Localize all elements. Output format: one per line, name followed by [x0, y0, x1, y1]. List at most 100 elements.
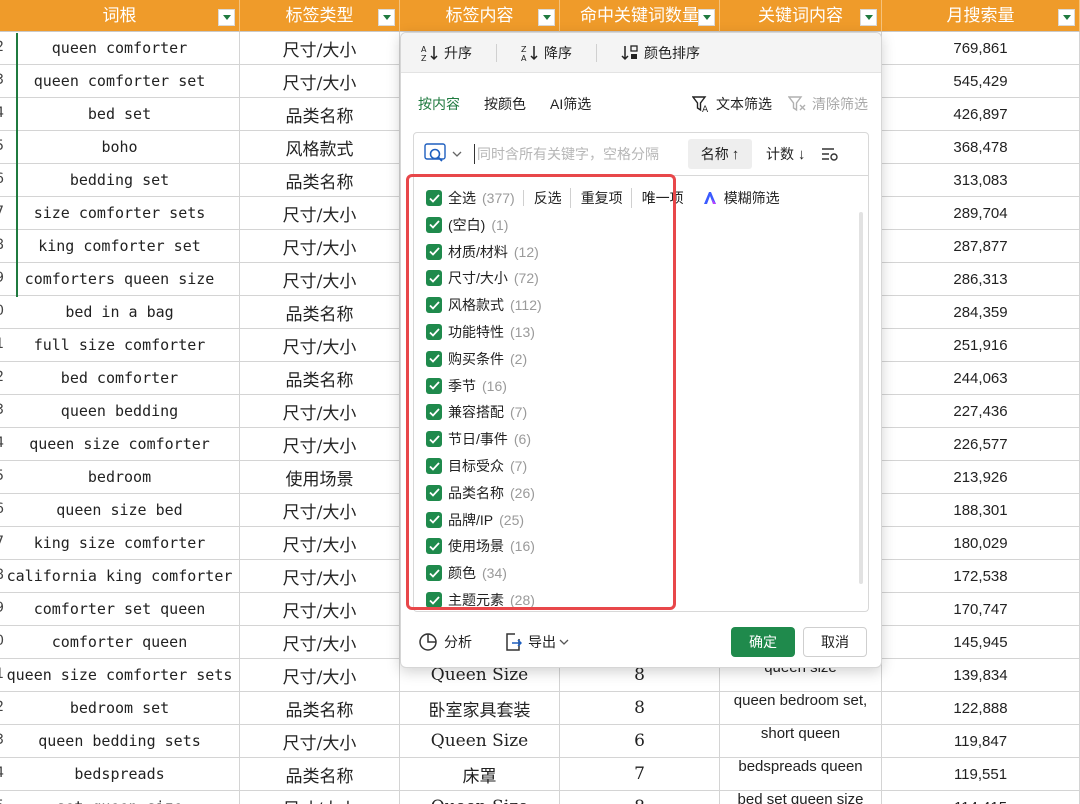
checkbox-select-all[interactable] — [426, 190, 442, 206]
cell-count[interactable]: 8 — [560, 692, 720, 725]
search-mode-dropdown[interactable] — [424, 143, 468, 165]
cell-volume[interactable]: 170,747 — [882, 593, 1080, 626]
cell-root[interactable]: comforters queen size — [0, 263, 240, 296]
row-number[interactable]: 22 — [0, 699, 4, 715]
row-number[interactable]: 10 — [0, 303, 4, 319]
cell-root[interactable]: queen size comforter — [0, 428, 240, 461]
checkbox[interactable] — [426, 270, 442, 287]
cell-root[interactable]: queen comforter — [0, 32, 240, 65]
cancel-button[interactable]: 取消 — [803, 627, 867, 657]
checkbox[interactable] — [426, 458, 442, 474]
cell-root[interactable]: set queen size — [0, 791, 240, 804]
cell-volume[interactable]: 119,551 — [882, 758, 1080, 791]
row-number[interactable]: 2 — [0, 39, 4, 55]
cell-root[interactable]: bed comforter — [0, 362, 240, 395]
cell-type[interactable]: 尺寸/大小 — [240, 197, 400, 230]
cell-volume[interactable]: 227,436 — [882, 395, 1080, 428]
cell-volume[interactable]: 244,063 — [882, 362, 1080, 395]
sort-by-color-button[interactable]: 颜色排序 — [621, 43, 700, 63]
cell-content[interactable]: 床罩 — [400, 758, 560, 791]
row-number[interactable]: 21 — [0, 666, 4, 682]
list-item[interactable]: 目标受众 (7) — [426, 455, 527, 477]
column-header-3[interactable]: 标签内容 — [400, 0, 560, 32]
cell-kw[interactable]: bed set queen size — [720, 791, 882, 804]
clear-filter-button[interactable]: 清除筛选 — [788, 94, 868, 114]
duplicates-button[interactable]: 重复项 — [581, 188, 632, 208]
fuzzy-filter-button[interactable]: 模糊筛选 — [702, 188, 780, 208]
cell-volume[interactable]: 114,415 — [882, 791, 1080, 804]
row-number[interactable]: 15 — [0, 468, 4, 484]
cell-root[interactable]: bedspreads — [0, 758, 240, 791]
cell-kw[interactable]: queen bedroom set, — [720, 692, 882, 725]
list-item[interactable]: 品牌/IP (25) — [426, 509, 524, 531]
row-number[interactable]: 12 — [0, 369, 4, 385]
cell-volume[interactable]: 545,429 — [882, 65, 1080, 98]
list-item[interactable]: 颜色 (34) — [426, 562, 507, 584]
row-number[interactable]: 24 — [0, 765, 4, 781]
cell-volume[interactable]: 172,538 — [882, 560, 1080, 593]
cell-root[interactable]: boho — [0, 131, 240, 164]
cell-volume[interactable]: 313,083 — [882, 164, 1080, 197]
cell-volume[interactable]: 368,478 — [882, 131, 1080, 164]
row-number[interactable]: 5 — [0, 138, 4, 154]
checkbox[interactable] — [426, 377, 442, 394]
column-header-5[interactable]: 关键词内容 — [720, 0, 882, 32]
cell-type[interactable]: 品类名称 — [240, 758, 400, 791]
checkbox[interactable] — [426, 324, 442, 340]
cell-root[interactable]: bed set — [0, 98, 240, 131]
cell-root[interactable]: queen bedding sets — [0, 725, 240, 758]
cell-type[interactable]: 品类名称 — [240, 164, 400, 197]
list-item[interactable]: 季节 (16) — [426, 375, 507, 397]
search-input[interactable] — [477, 146, 682, 162]
cell-volume[interactable]: 213,926 — [882, 461, 1080, 494]
checkbox[interactable] — [426, 404, 442, 421]
row-number[interactable]: 8 — [0, 237, 4, 253]
checkbox[interactable] — [426, 431, 442, 448]
list-item[interactable]: 材质/材料 (12) — [426, 241, 539, 263]
cell-type[interactable]: 尺寸/大小 — [240, 659, 400, 692]
cell-count[interactable]: 6 — [560, 725, 720, 758]
list-settings-button[interactable] — [821, 146, 839, 162]
tab-by-color[interactable]: 按颜色 — [484, 94, 526, 114]
list-item[interactable]: 主题元素 (28) — [426, 589, 535, 611]
list-item[interactable]: 品类名称 (26) — [426, 482, 535, 504]
list-item[interactable]: 功能特性 (13) — [426, 321, 535, 343]
cell-type[interactable]: 尺寸/大小 — [240, 791, 400, 804]
row-number[interactable]: 13 — [0, 402, 4, 418]
cell-volume[interactable]: 122,888 — [882, 692, 1080, 725]
cell-count[interactable]: 8 — [560, 791, 720, 804]
cell-root[interactable]: size comforter sets — [0, 197, 240, 230]
checkbox[interactable] — [426, 243, 442, 260]
cell-root[interactable]: queen size comforter sets — [0, 659, 240, 692]
cell-root[interactable]: bedroom — [0, 461, 240, 494]
list-scrollbar[interactable] — [859, 212, 863, 584]
cell-type[interactable]: 尺寸/大小 — [240, 230, 400, 263]
row-number[interactable]: 25 — [0, 798, 4, 804]
cell-content[interactable]: Queen Size — [400, 725, 560, 758]
row-number[interactable]: 6 — [0, 171, 4, 187]
cell-root[interactable]: queen bedding — [0, 395, 240, 428]
cell-volume[interactable]: 251,916 — [882, 329, 1080, 362]
cell-root[interactable]: king size comforter — [0, 527, 240, 560]
row-number[interactable]: 18 — [0, 567, 4, 583]
cell-type[interactable]: 尺寸/大小 — [240, 593, 400, 626]
cell-type[interactable]: 品类名称 — [240, 98, 400, 131]
cell-type[interactable]: 尺寸/大小 — [240, 428, 400, 461]
checkbox[interactable] — [426, 350, 442, 367]
list-item[interactable]: 风格款式 (112) — [426, 294, 542, 316]
checkbox[interactable] — [426, 216, 442, 233]
row-number[interactable]: 9 — [0, 270, 4, 286]
filter-dropdown-button[interactable] — [218, 9, 235, 26]
row-number[interactable]: 11 — [0, 336, 4, 352]
cell-root[interactable]: comforter queen — [0, 626, 240, 659]
cell-type[interactable]: 品类名称 — [240, 362, 400, 395]
cell-volume[interactable]: 289,704 — [882, 197, 1080, 230]
filter-dropdown-button[interactable] — [378, 9, 395, 26]
cell-type[interactable]: 尺寸/大小 — [240, 65, 400, 98]
cell-type[interactable]: 品类名称 — [240, 296, 400, 329]
column-header-2[interactable]: 标签类型 — [240, 0, 400, 32]
row-number[interactable]: 19 — [0, 600, 4, 616]
text-filter-button[interactable]: A 文本筛选 — [692, 94, 772, 114]
sort-by-name-button[interactable]: 名称 ↑ — [688, 139, 752, 169]
sort-descending-button[interactable]: Z A 降序 — [521, 43, 572, 63]
